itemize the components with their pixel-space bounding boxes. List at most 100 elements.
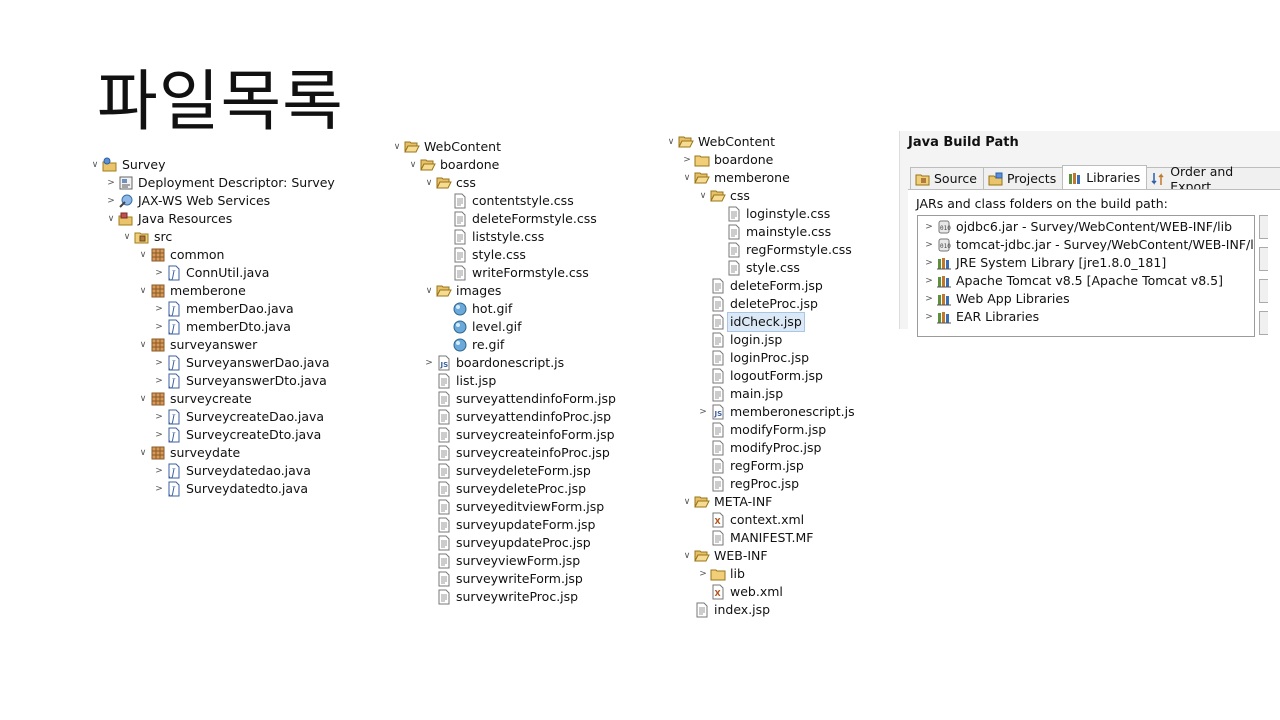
tree-item-surveyattendinfoform-jsp[interactable]: surveyattendinfoForm.jsp (422, 390, 616, 408)
tree-item-surveywriteform-jsp[interactable]: surveywriteForm.jsp (422, 570, 583, 588)
chevron-down-icon[interactable]: ∨ (136, 390, 150, 408)
chevron-down-icon[interactable]: ∨ (422, 174, 436, 192)
chevron-right-icon[interactable]: > (152, 354, 166, 372)
tree-item-surveyeditviewform-jsp[interactable]: surveyeditviewForm.jsp (422, 498, 604, 516)
chevron-down-icon[interactable]: ∨ (680, 169, 694, 187)
tree-item-surveyupdateform-jsp[interactable]: surveyupdateForm.jsp (422, 516, 595, 534)
tree-item-re-gif[interactable]: re.gif (438, 336, 504, 354)
tab-projects[interactable]: Projects (982, 167, 1064, 189)
tree-item-main-jsp[interactable]: main.jsp (696, 385, 783, 403)
tree-item-css[interactable]: ∨ css (696, 187, 750, 205)
tree-item-memberonescript-js[interactable]: > JS memberonescript.js (696, 403, 855, 421)
tree-item-boardone[interactable]: > boardone (680, 151, 773, 169)
chevron-down-icon[interactable]: ∨ (390, 138, 404, 156)
chevron-right-icon[interactable]: > (922, 254, 936, 272)
chevron-right-icon[interactable]: > (696, 403, 710, 421)
chevron-down-icon[interactable]: ∨ (422, 282, 436, 300)
chevron-down-icon[interactable]: ∨ (136, 336, 150, 354)
tree-item-hot-gif[interactable]: hot.gif (438, 300, 512, 318)
tree-item-boardone[interactable]: ∨ boardone (406, 156, 500, 174)
chevron-down-icon[interactable]: ∨ (120, 228, 134, 246)
tree-item-regform-jsp[interactable]: regForm.jsp (696, 457, 804, 475)
chevron-down-icon[interactable]: ∨ (136, 444, 150, 462)
tree-item-deleteform-jsp[interactable]: deleteForm.jsp (696, 277, 823, 295)
tree-item-jax-ws-web-services[interactable]: > JAX-WS Web Services (104, 192, 270, 210)
chevron-right-icon[interactable]: > (152, 300, 166, 318)
tree-item-loginproc-jsp[interactable]: loginProc.jsp (696, 349, 809, 367)
chevron-right-icon[interactable]: > (152, 408, 166, 426)
chevron-down-icon[interactable]: ∨ (136, 282, 150, 300)
tree-item-images[interactable]: ∨ images (422, 282, 502, 300)
chevron-right-icon[interactable]: > (922, 236, 936, 254)
tree-item-meta-inf[interactable]: ∨ META-INF (680, 493, 773, 511)
tree-item-regformstyle-css[interactable]: regFormstyle.css (712, 241, 852, 259)
tree-item-css[interactable]: ∨ css (422, 174, 476, 192)
chevron-down-icon[interactable]: ∨ (406, 156, 420, 174)
tree-item-surveyviewform-jsp[interactable]: surveyviewForm.jsp (422, 552, 580, 570)
tree-item-liststyle-css[interactable]: liststyle.css (438, 228, 544, 246)
chevron-right-icon[interactable]: > (152, 318, 166, 336)
tab-order-and-export[interactable]: Order and Export (1146, 164, 1280, 194)
tree-item-manifest-mf[interactable]: MANIFEST.MF (696, 529, 814, 547)
tree-item-memberone[interactable]: ∨ memberone (136, 282, 246, 300)
build-path-entry[interactable]: > Apache Tomcat v8.5 [Apache Tomcat v8.5] (922, 272, 1223, 290)
tree-item-surveycreate[interactable]: ∨ surveycreate (136, 390, 252, 408)
tree-item-memberone[interactable]: ∨ memberone (680, 169, 790, 187)
tree-item-writeformstyle-css[interactable]: writeFormstyle.css (438, 264, 589, 282)
chevron-right-icon[interactable]: > (680, 151, 694, 169)
tree-item-style-css[interactable]: style.css (712, 259, 800, 277)
build-path-entry[interactable]: > Web App Libraries (922, 290, 1069, 308)
tree-item-src[interactable]: ∨ src (120, 228, 173, 246)
tree-item-modifyform-jsp[interactable]: modifyForm.jsp (696, 421, 826, 439)
tree-item-login-jsp[interactable]: login.jsp (696, 331, 782, 349)
tree-item-surveydeleteform-jsp[interactable]: surveydeleteForm.jsp (422, 462, 591, 480)
tree-item-surveyupdateproc-jsp[interactable]: surveyupdateProc.jsp (422, 534, 591, 552)
tree-item-java-resources[interactable]: ∨ Java Resources (104, 210, 233, 228)
chevron-right-icon[interactable]: > (922, 272, 936, 290)
chevron-down-icon[interactable]: ∨ (136, 246, 150, 264)
chevron-right-icon[interactable]: > (152, 480, 166, 498)
side-button[interactable] (1259, 279, 1268, 303)
side-button[interactable] (1259, 311, 1268, 335)
build-path-entries-list[interactable]: >010 ojdbc6.jar - Survey/WebContent/WEB-I… (917, 215, 1255, 337)
chevron-right-icon[interactable]: > (922, 308, 936, 326)
tree-item-deleteformstyle-css[interactable]: deleteFormstyle.css (438, 210, 597, 228)
chevron-right-icon[interactable]: > (922, 218, 936, 236)
tree-item-surveycreatedao-java[interactable]: > J SurveycreateDao.java (152, 408, 324, 426)
tree-item-surveyanswerdao-java[interactable]: > J SurveyanswerDao.java (152, 354, 329, 372)
chevron-down-icon[interactable]: ∨ (680, 547, 694, 565)
tree-item-survey[interactable]: ∨ Survey (88, 156, 166, 174)
tree-item-surveywriteproc-jsp[interactable]: surveywriteProc.jsp (422, 588, 578, 606)
chevron-down-icon[interactable]: ∨ (696, 187, 710, 205)
build-path-entry[interactable]: > JRE System Library [jre1.8.0_181] (922, 254, 1166, 272)
side-button[interactable] (1259, 247, 1268, 271)
tree-item-surveydeleteproc-jsp[interactable]: surveydeleteProc.jsp (422, 480, 586, 498)
chevron-right-icon[interactable]: > (922, 290, 936, 308)
chevron-right-icon[interactable]: > (104, 192, 118, 210)
tree-item-level-gif[interactable]: level.gif (438, 318, 522, 336)
tree-item-surveyattendinfoproc-jsp[interactable]: surveyattendinfoProc.jsp (422, 408, 611, 426)
tree-item-regproc-jsp[interactable]: regProc.jsp (696, 475, 799, 493)
build-path-entry[interactable]: >010 ojdbc6.jar - Survey/WebContent/WEB-I… (922, 218, 1232, 236)
chevron-down-icon[interactable]: ∨ (104, 210, 118, 228)
tree-item-surveydate[interactable]: ∨ surveydate (136, 444, 241, 462)
chevron-down-icon[interactable]: ∨ (664, 133, 678, 151)
tree-item-boardonescript-js[interactable]: > JS boardonescript.js (422, 354, 564, 372)
chevron-right-icon[interactable]: > (152, 426, 166, 444)
tree-item-surveydatedao-java[interactable]: > J Surveydatedao.java (152, 462, 311, 480)
chevron-right-icon[interactable]: > (152, 264, 166, 282)
build-path-entry[interactable]: >010 tomcat-jdbc.jar - Survey/WebContent/… (922, 236, 1254, 254)
tab-source[interactable]: Source (910, 167, 984, 189)
tree-item-memberdto-java[interactable]: > JmemberDto.java (152, 318, 291, 336)
tree-item-memberdao-java[interactable]: > JmemberDao.java (152, 300, 293, 318)
tree-item-style-css[interactable]: style.css (438, 246, 526, 264)
tree-item-web-inf[interactable]: ∨ WEB-INF (680, 547, 768, 565)
tree-item-surveyanswer[interactable]: ∨ surveyanswer (136, 336, 258, 354)
chevron-right-icon[interactable]: > (152, 372, 166, 390)
build-path-entry[interactable]: > EAR Libraries (922, 308, 1039, 326)
tree-item-context-xml[interactable]: Xcontext.xml (696, 511, 804, 529)
tree-item-common[interactable]: ∨ common (136, 246, 225, 264)
tree-item-logoutform-jsp[interactable]: logoutForm.jsp (696, 367, 823, 385)
tree-item-surveydatedto-java[interactable]: > J Surveydatedto.java (152, 480, 308, 498)
tree-item-loginstyle-css[interactable]: loginstyle.css (712, 205, 830, 223)
